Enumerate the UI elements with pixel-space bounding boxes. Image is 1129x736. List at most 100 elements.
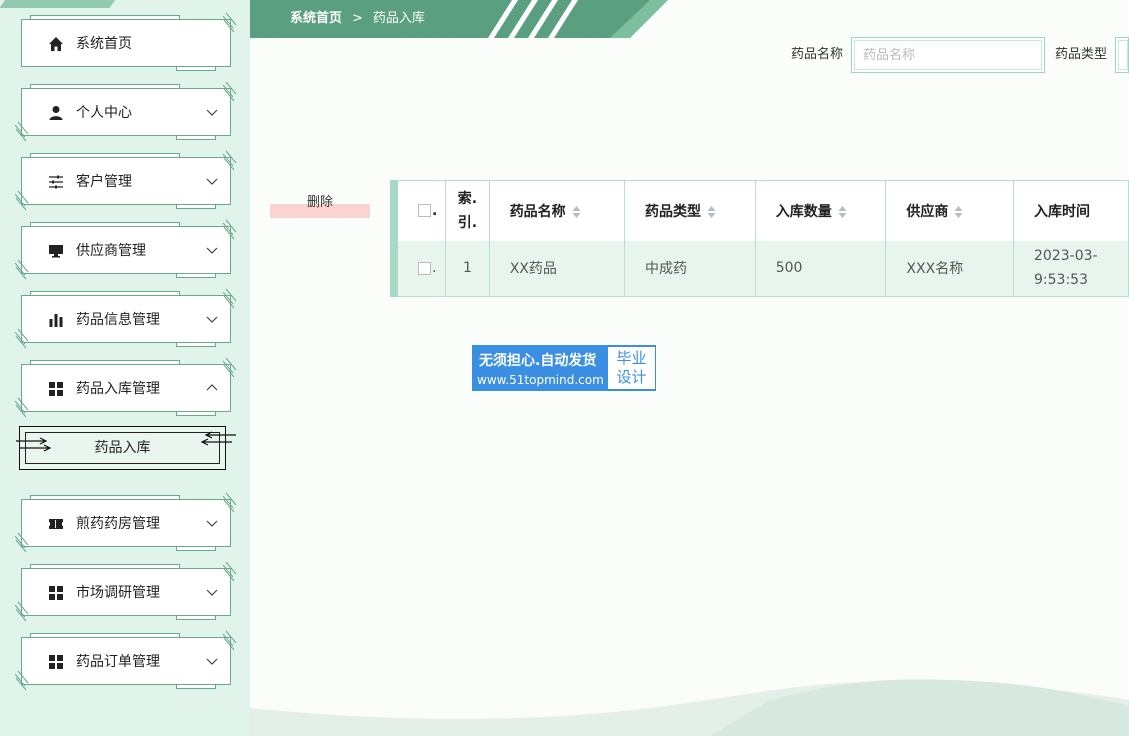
menu-frame-decoration [30,291,180,295]
sidebar-item-label: 供应商管理 [76,243,146,259]
menu-frame-decoration [176,136,216,140]
grid-icon [49,382,63,396]
breadcrumb-home[interactable]: 系统首页 [290,11,342,26]
select-all-cell: . [398,180,447,241]
menu-frame-decoration [30,222,180,226]
delete-button[interactable]: 删除 [270,188,370,218]
grid-icon [49,586,63,600]
menu-frame-decoration [176,205,216,209]
hatch-decoration [15,670,29,691]
menu-frame-decoration [30,153,180,157]
column-header-stock-in-time[interactable]: 入库时间 [1013,180,1129,241]
breadcrumb: 系统首页 > 药品入库 [290,0,425,38]
chevron-down-icon [206,316,218,323]
sidebar-item-label: 系统首页 [76,36,132,52]
hatch-decoration [223,81,237,102]
badge-right: 毕业 设计 [608,347,655,389]
menu-frame-decoration [30,360,180,364]
hatch-decoration [223,561,237,582]
menu-frame-decoration [176,412,216,416]
menu-frame-decoration [30,15,180,19]
menu-frame-decoration [176,67,216,71]
column-header-drug-name[interactable]: 药品名称 [489,180,626,241]
select-all-checkbox[interactable] [418,204,431,218]
sort-icon [838,205,847,218]
sidebar-item-decoction-pharmacy-management[interactable]: 煎药药房管理 [15,492,237,553]
chevron-down-icon [206,520,218,527]
arrows-right-icon [16,437,52,452]
cell-quantity: 500 [755,240,887,297]
arrows-left-icon [200,431,236,446]
column-header-supplier[interactable]: 供应商 [885,180,1015,241]
hatch-decoration [15,259,29,280]
hatch-decoration [223,219,237,240]
user-icon [49,106,63,120]
hatch-decoration [223,630,237,651]
sliders-icon [49,175,63,189]
sidebar-item-label: 个人中心 [76,105,132,121]
sidebar-item-drug-stock-in-management[interactable]: 药品入库管理 [15,357,237,418]
drug-name-input[interactable] [854,40,1042,70]
column-header-quantity[interactable]: 入库数量 [755,180,887,241]
badge-right-line2: 设计 [616,368,647,386]
row-select-cell: . [398,240,447,297]
hatch-decoration [15,190,29,211]
cell-drug-name: XX药品 [489,240,626,297]
column-header-drug-type[interactable]: 药品类型 [624,180,756,241]
chevron-up-icon [206,384,218,391]
sidebar-item-drug-order-management[interactable]: 药品订单管理 [15,630,237,691]
menu-frame-decoration [176,685,216,689]
table-header-row: . 索. 引. 药品名称 药品类型 入库数量 供应商 入库时间 [398,180,1129,241]
drug-type-input[interactable] [1118,40,1128,70]
sidebar-item-label: 煎药药房管理 [76,516,160,532]
table-row[interactable]: . 1 XX药品 中成药 500 XXX名称 2023-03- 9:53:53 [398,240,1129,297]
grid-icon [49,655,63,669]
bar-chart-icon [49,314,63,327]
hatch-decoration [15,397,29,418]
sidebar-item-drug-info-management[interactable]: 药品信息管理 [15,288,237,349]
badge-line1: 无须担心.自动发货 [479,353,597,369]
hatch-decoration [15,328,29,349]
sort-icon [572,205,581,218]
menu-frame-decoration [30,84,180,88]
sidebar-item-label: 客户管理 [76,174,132,190]
drug-type-field [1115,37,1129,73]
hatch-decoration [223,288,237,309]
bottom-wave-decoration [250,679,1129,736]
hatch-decoration [15,121,29,142]
sidebar-item-label: 市场调研管理 [76,585,160,601]
watermark-badge: 无须担心.自动发货 www.51topmind.com 毕业 设计 [472,345,656,391]
sort-icon [707,205,716,218]
breadcrumb-bar: 系统首页 > 药品入库 [250,0,668,38]
chevron-down-icon [206,247,218,254]
chevron-down-icon [206,658,218,665]
breadcrumb-current: 药品入库 [372,11,425,26]
sidebar-item-supplier-management[interactable]: 供应商管理 [15,219,237,280]
monitor-icon [49,245,63,258]
row-checkbox[interactable] [418,261,431,275]
sidebar-item-label: 药品入库管理 [76,381,160,397]
sidebar-corner-decoration [0,0,131,8]
sidebar-item-personal-center[interactable]: 个人中心 [15,81,237,142]
badge-line2: www.51topmind.com [477,373,604,387]
sidebar: 系统首页 个人中心 客户管理 供应商管理 药品信息管理 药品入库管理 药品入库 … [0,0,250,736]
menu-frame-decoration [30,564,180,568]
sidebar-item-market-research-management[interactable]: 市场调研管理 [15,561,237,622]
sidebar-item-home[interactable]: 系统首页 [21,12,237,71]
sidebar-item-customer-management[interactable]: 客户管理 [15,150,237,211]
badge-left: 无须担心.自动发货 www.51topmind.com [473,346,607,390]
cell-index: 1 [445,240,490,297]
menu-frame-decoration [176,343,216,347]
cell-stock-in-time: 2023-03- 9:53:53 [1013,240,1129,297]
menu-frame-decoration [176,616,216,620]
breadcrumb-separator: > [352,11,363,26]
hatch-decoration [223,12,237,33]
badge-right-line1: 毕业 [616,349,647,367]
hatch-decoration [223,357,237,378]
chevron-down-icon [206,109,218,116]
submenu-item-drug-stock-in[interactable]: 药品入库 [16,426,236,470]
home-icon [49,37,63,51]
ticket-icon [49,519,63,529]
drug-name-field [851,37,1045,73]
menu-frame-decoration [30,633,180,637]
